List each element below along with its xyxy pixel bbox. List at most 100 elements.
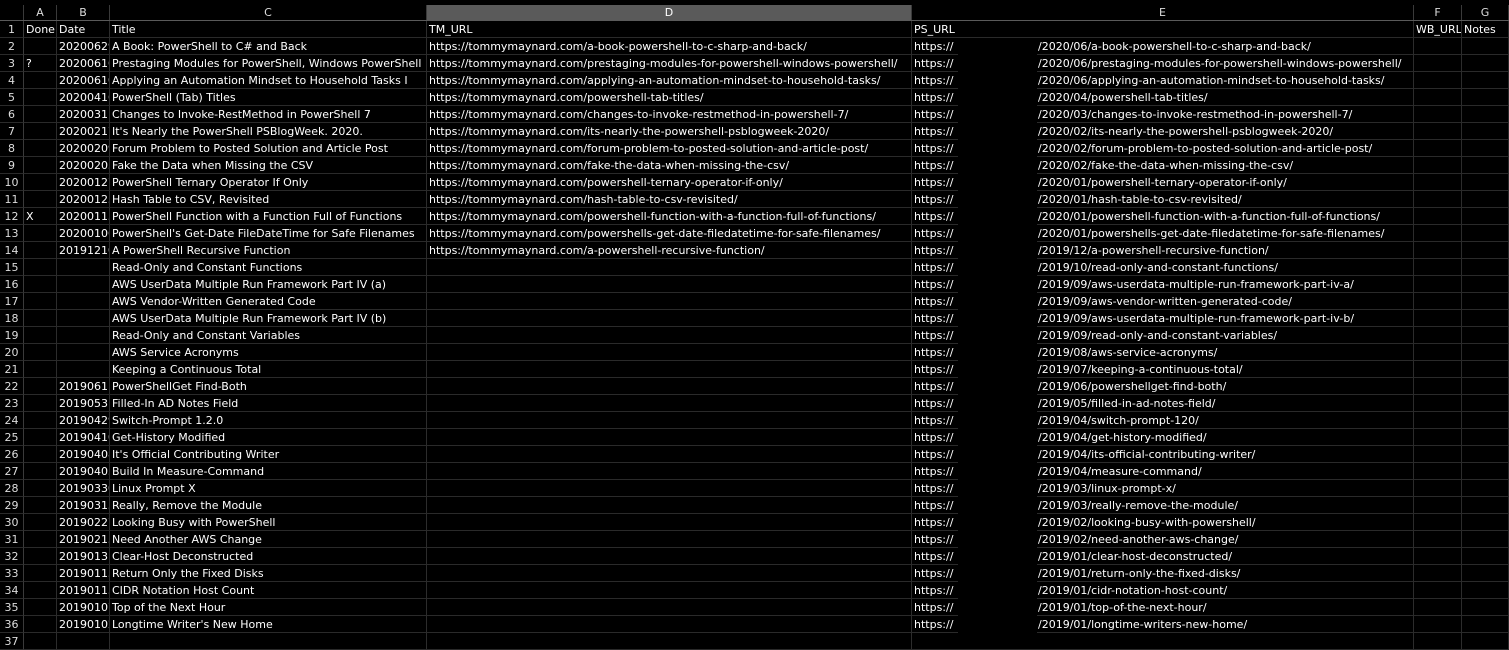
notes-cell[interactable] xyxy=(1462,412,1509,429)
title-cell[interactable]: Hash Table to CSV, Revisited xyxy=(110,191,427,208)
title-cell[interactable]: It's Official Contributing Writer xyxy=(110,446,427,463)
wb-url-cell[interactable] xyxy=(1414,565,1462,582)
wb-url-cell[interactable] xyxy=(1414,106,1462,123)
tm-url-cell[interactable] xyxy=(427,293,912,310)
row-number[interactable]: 20 xyxy=(0,344,24,361)
notes-cell[interactable] xyxy=(1462,225,1509,242)
tm-url-cell[interactable] xyxy=(427,565,912,582)
title-cell[interactable]: Read-Only and Constant Variables xyxy=(110,327,427,344)
notes-cell[interactable] xyxy=(1462,293,1509,310)
title-cell[interactable]: Forum Problem to Posted Solution and Art… xyxy=(110,140,427,157)
date-cell[interactable]: 20190227 xyxy=(57,514,110,531)
done-cell[interactable]: ? xyxy=(24,55,57,72)
wb-url-cell[interactable] xyxy=(1414,259,1462,276)
notes-cell[interactable] xyxy=(1462,565,1509,582)
wb-url-cell[interactable] xyxy=(1414,72,1462,89)
notes-cell[interactable] xyxy=(1462,395,1509,412)
date-cell[interactable]: 20200113 xyxy=(57,208,110,225)
row-number[interactable]: 17 xyxy=(0,293,24,310)
done-cell[interactable] xyxy=(24,157,57,174)
done-cell[interactable] xyxy=(24,378,57,395)
date-cell[interactable]: 20190403 xyxy=(57,463,110,480)
notes-cell[interactable] xyxy=(1462,106,1509,123)
column-header-a[interactable]: A xyxy=(24,5,57,20)
tm-url-cell[interactable]: https://tommymaynard.com/powershell-func… xyxy=(427,208,912,225)
title-cell[interactable]: Fake the Data when Missing the CSV xyxy=(110,157,427,174)
done-cell[interactable] xyxy=(24,72,57,89)
tm-url-cell[interactable]: https://tommymaynard.com/a-book-powershe… xyxy=(427,38,912,55)
column-header-d[interactable]: D xyxy=(427,5,912,20)
notes-cell[interactable] xyxy=(1462,531,1509,548)
wb-url-cell[interactable] xyxy=(1414,446,1462,463)
notes-cell[interactable] xyxy=(1462,310,1509,327)
date-cell[interactable]: 20190408 xyxy=(57,446,110,463)
date-cell[interactable]: 20190213 xyxy=(57,531,110,548)
tm-url-cell[interactable] xyxy=(427,446,912,463)
wb-url-cell[interactable] xyxy=(1414,242,1462,259)
title-cell[interactable]: Keeping a Continuous Total xyxy=(110,361,427,378)
empty-cell[interactable] xyxy=(110,633,427,650)
row-number[interactable]: 31 xyxy=(0,531,24,548)
row-number[interactable]: 34 xyxy=(0,582,24,599)
wb-url-cell[interactable] xyxy=(1414,225,1462,242)
date-cell[interactable] xyxy=(57,310,110,327)
date-cell[interactable]: 20190410 xyxy=(57,429,110,446)
done-cell[interactable] xyxy=(24,565,57,582)
done-cell[interactable] xyxy=(24,582,57,599)
header-cell[interactable]: PS_URL xyxy=(912,21,1414,38)
notes-cell[interactable] xyxy=(1462,429,1509,446)
wb-url-cell[interactable] xyxy=(1414,531,1462,548)
wb-url-cell[interactable] xyxy=(1414,514,1462,531)
date-cell[interactable] xyxy=(57,327,110,344)
wb-url-cell[interactable] xyxy=(1414,599,1462,616)
date-cell[interactable]: 20200311 xyxy=(57,106,110,123)
row-number[interactable]: 28 xyxy=(0,480,24,497)
row-number[interactable]: 12 xyxy=(0,208,24,225)
row-number[interactable]: 23 xyxy=(0,395,24,412)
notes-cell[interactable] xyxy=(1462,480,1509,497)
row-number[interactable]: 25 xyxy=(0,429,24,446)
tm-url-cell[interactable] xyxy=(427,514,912,531)
header-cell[interactable]: Title xyxy=(110,21,427,38)
wb-url-cell[interactable] xyxy=(1414,395,1462,412)
header-cell[interactable]: WB_URL xyxy=(1414,21,1462,38)
row-number[interactable]: 10 xyxy=(0,174,24,191)
date-cell[interactable]: 20190429 xyxy=(57,412,110,429)
title-cell[interactable]: CIDR Notation Host Count xyxy=(110,582,427,599)
notes-cell[interactable] xyxy=(1462,599,1509,616)
title-cell[interactable]: AWS UserData Multiple Run Framework Part… xyxy=(110,276,427,293)
date-cell[interactable]: 20190313 xyxy=(57,497,110,514)
done-cell[interactable] xyxy=(24,38,57,55)
wb-url-cell[interactable] xyxy=(1414,293,1462,310)
done-cell[interactable]: X xyxy=(24,208,57,225)
tm-url-cell[interactable] xyxy=(427,259,912,276)
title-cell[interactable]: PowerShell Function with a Function Full… xyxy=(110,208,427,225)
tm-url-cell[interactable] xyxy=(427,497,912,514)
row-number[interactable]: 18 xyxy=(0,310,24,327)
title-cell[interactable]: Linux Prompt X xyxy=(110,480,427,497)
tm-url-cell[interactable]: https://tommymaynard.com/powershells-get… xyxy=(427,225,912,242)
row-number[interactable]: 2 xyxy=(0,38,24,55)
done-cell[interactable] xyxy=(24,123,57,140)
date-cell[interactable]: 20200106 xyxy=(57,225,110,242)
wb-url-cell[interactable] xyxy=(1414,582,1462,599)
select-all-corner[interactable] xyxy=(0,5,24,20)
done-cell[interactable] xyxy=(24,140,57,157)
row-number[interactable]: 9 xyxy=(0,157,24,174)
title-cell[interactable]: PowerShell Ternary Operator If Only xyxy=(110,174,427,191)
tm-url-cell[interactable]: https://tommymaynard.com/fake-the-data-w… xyxy=(427,157,912,174)
tm-url-cell[interactable] xyxy=(427,327,912,344)
title-cell[interactable]: AWS Service Acronyms xyxy=(110,344,427,361)
title-cell[interactable]: Applying an Automation Mindset to Househ… xyxy=(110,72,427,89)
tm-url-cell[interactable] xyxy=(427,599,912,616)
notes-cell[interactable] xyxy=(1462,140,1509,157)
header-cell[interactable]: TM_URL xyxy=(427,21,912,38)
notes-cell[interactable] xyxy=(1462,378,1509,395)
title-cell[interactable]: Changes to Invoke-RestMethod in PowerShe… xyxy=(110,106,427,123)
done-cell[interactable] xyxy=(24,599,57,616)
wb-url-cell[interactable] xyxy=(1414,123,1462,140)
tm-url-cell[interactable] xyxy=(427,429,912,446)
date-cell[interactable]: 20190102 xyxy=(57,616,110,633)
title-cell[interactable]: Really, Remove the Module xyxy=(110,497,427,514)
wb-url-cell[interactable] xyxy=(1414,191,1462,208)
